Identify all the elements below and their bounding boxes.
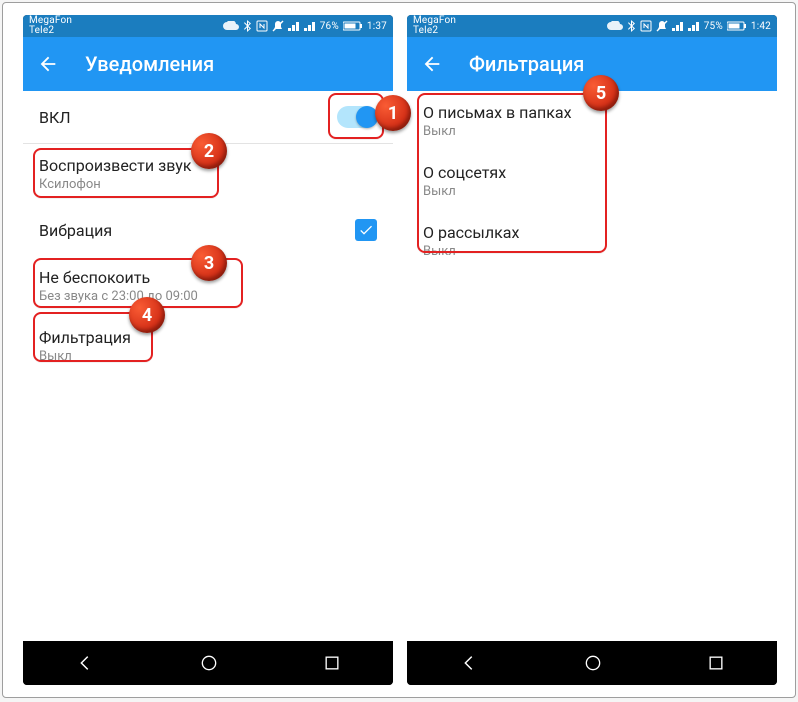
nfc-icon: [640, 20, 652, 32]
back-button[interactable]: [421, 53, 449, 75]
row-enable[interactable]: ВКЛ: [23, 91, 393, 143]
row-sound[interactable]: Воспроизвести звук Ксилофон: [23, 144, 393, 204]
signal-1-icon: [672, 21, 684, 31]
nav-back-icon[interactable]: [74, 652, 96, 674]
row-socials-sub: Выкл: [423, 184, 761, 199]
row-filter-title: Фильтрация: [39, 328, 377, 347]
row-sound-sub: Ксилофон: [39, 177, 377, 192]
clock-text: 1:37: [367, 21, 387, 32]
back-button[interactable]: [37, 53, 65, 75]
cloud-icon: [222, 21, 240, 31]
battery-text: 76%: [320, 21, 339, 32]
row-folders-title: О письмах в папках: [423, 103, 761, 122]
nav-back-icon[interactable]: [458, 652, 480, 674]
status-bar: MegaFon Tele2: [23, 15, 393, 37]
nav-recent-icon[interactable]: [706, 653, 726, 673]
nav-bar: [407, 641, 777, 685]
nav-bar: [23, 641, 393, 685]
toggle-enable[interactable]: [337, 106, 377, 128]
content-area: О письмах в папках Выкл О соцсетях Выкл …: [407, 91, 777, 641]
row-filter[interactable]: Фильтрация Выкл: [23, 316, 393, 376]
row-folders-sub: Выкл: [423, 124, 761, 139]
row-dnd-sub: Без звука с 23:00 до 09:00: [39, 289, 377, 304]
row-socials[interactable]: О соцсетях Выкл: [407, 151, 777, 211]
checkbox-vibration[interactable]: [355, 219, 377, 241]
nav-home-icon[interactable]: [583, 653, 603, 673]
row-vibration-title: Вибрация: [39, 221, 355, 240]
row-dnd[interactable]: Не беспокоить Без звука с 23:00 до 09:00: [23, 256, 393, 316]
row-folders[interactable]: О письмах в папках Выкл: [407, 91, 777, 151]
signal-1-icon: [288, 21, 300, 31]
battery-icon: [343, 21, 363, 31]
row-sound-title: Воспроизвести звук: [39, 156, 377, 175]
bluetooth-icon: [628, 20, 636, 32]
status-bar: MegaFon Tele2: [407, 15, 777, 37]
nav-home-icon[interactable]: [199, 653, 219, 673]
app-bar: Уведомления: [23, 37, 393, 91]
row-newsletters[interactable]: О рассылках Выкл: [407, 211, 777, 271]
row-newsletters-title: О рассылках: [423, 223, 761, 242]
battery-icon: [727, 21, 747, 31]
row-filter-sub: Выкл: [39, 349, 377, 364]
row-socials-title: О соцсетях: [423, 163, 761, 182]
phone-left: MegaFon Tele2: [23, 15, 393, 685]
row-newsletters-sub: Выкл: [423, 244, 761, 259]
row-dnd-title: Не беспокоить: [39, 268, 377, 287]
mute-icon: [656, 20, 668, 32]
page-title: Уведомления: [85, 52, 214, 76]
row-enable-title: ВКЛ: [39, 108, 337, 127]
mute-icon: [272, 20, 284, 32]
cloud-icon: [606, 21, 624, 31]
battery-text: 75%: [704, 21, 723, 32]
nfc-icon: [256, 20, 268, 32]
content-area: ВКЛ Воспроизвести звук Ксилофон Вибрация: [23, 91, 393, 641]
page-title: Фильтрация: [469, 52, 584, 76]
carrier-2: Tele2: [413, 26, 456, 36]
signal-2-icon: [304, 21, 316, 31]
bluetooth-icon: [244, 20, 252, 32]
clock-text: 1:42: [751, 21, 771, 32]
carrier-2: Tele2: [29, 26, 72, 36]
row-vibration[interactable]: Вибрация: [23, 204, 393, 256]
app-bar: Фильтрация: [407, 37, 777, 91]
nav-recent-icon[interactable]: [322, 653, 342, 673]
signal-2-icon: [688, 21, 700, 31]
phone-right: MegaFon Tele2: [407, 15, 777, 685]
